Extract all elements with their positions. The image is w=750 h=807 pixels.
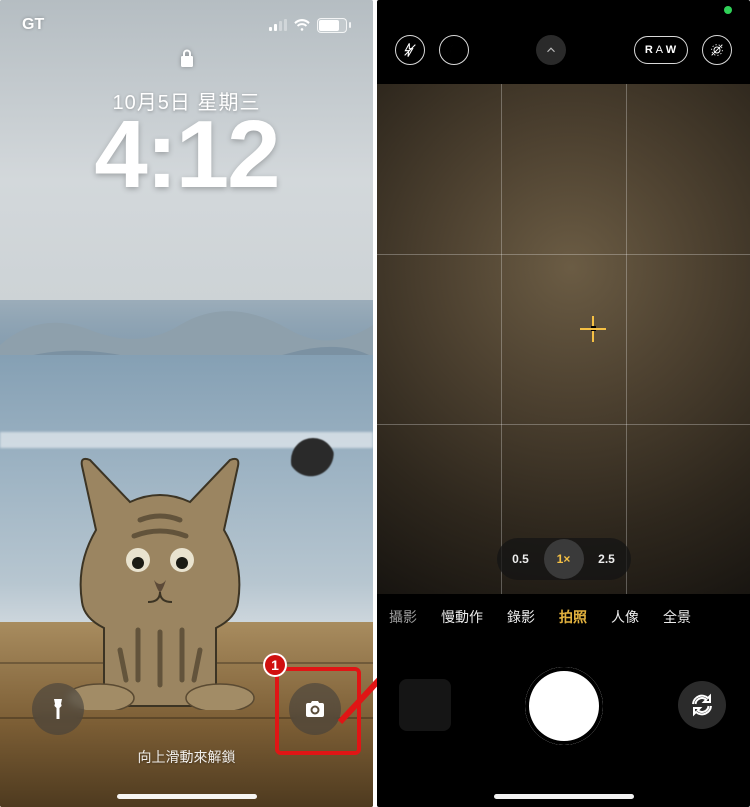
night-mode-toggle[interactable] <box>439 35 469 65</box>
wallpaper-cat <box>30 380 290 710</box>
lockscreen-time: 4:12 <box>0 100 373 210</box>
mode-video[interactable]: 錄影 <box>507 607 535 627</box>
shutter-button[interactable] <box>525 667 603 745</box>
mode-timelapse[interactable]: 攝影 <box>389 607 417 627</box>
switch-camera-button[interactable] <box>678 681 726 729</box>
viewfinder[interactable]: 0.5 1× 2.5 <box>377 84 750 594</box>
wallpaper-person <box>291 438 335 482</box>
zoom-2_5[interactable]: 2.5 <box>588 543 626 575</box>
zoom-0_5[interactable]: 0.5 <box>502 543 540 575</box>
lock-icon <box>179 48 195 73</box>
zoom-1x[interactable]: 1× <box>544 539 584 579</box>
focus-crosshair-icon <box>580 316 606 342</box>
raw-toggle[interactable]: RAW <box>634 36 688 64</box>
mode-pano[interactable]: 全景 <box>663 607 691 627</box>
camera-app: RAW 0.5 1× 2.5 攝影 慢動作 錄影 拍照 人像 全景 <box>377 0 750 807</box>
mode-slomo[interactable]: 慢動作 <box>441 607 483 627</box>
mode-photo[interactable]: 拍照 <box>559 607 587 627</box>
cellular-icon <box>269 19 287 31</box>
last-photo-thumbnail[interactable] <box>399 679 451 731</box>
carrier-label: GT <box>22 16 44 34</box>
annotation-badge: 1 <box>263 653 287 677</box>
camera-options-chevron[interactable] <box>536 35 566 65</box>
camera-modes[interactable]: 攝影 慢動作 錄影 拍照 人像 全景 <box>377 600 750 634</box>
flashlight-button[interactable] <box>32 683 84 735</box>
battery-icon: 72 <box>317 18 351 33</box>
home-indicator[interactable] <box>494 794 634 799</box>
camera-top-controls: RAW <box>377 30 750 70</box>
flash-toggle[interactable] <box>395 35 425 65</box>
zoom-selector: 0.5 1× 2.5 <box>497 538 631 580</box>
wifi-icon <box>293 18 311 32</box>
home-indicator[interactable] <box>117 794 257 799</box>
camera-bottom-controls <box>377 645 750 807</box>
camera-active-dot <box>724 6 732 14</box>
live-photo-toggle[interactable] <box>702 35 732 65</box>
lockscreen: GT 72 10月5日 星期三 4:12 向上滑動來解鎖 <box>0 0 373 807</box>
mode-portrait[interactable]: 人像 <box>611 607 639 627</box>
status-bar: GT 72 <box>0 10 373 40</box>
annotation-box <box>275 667 361 755</box>
